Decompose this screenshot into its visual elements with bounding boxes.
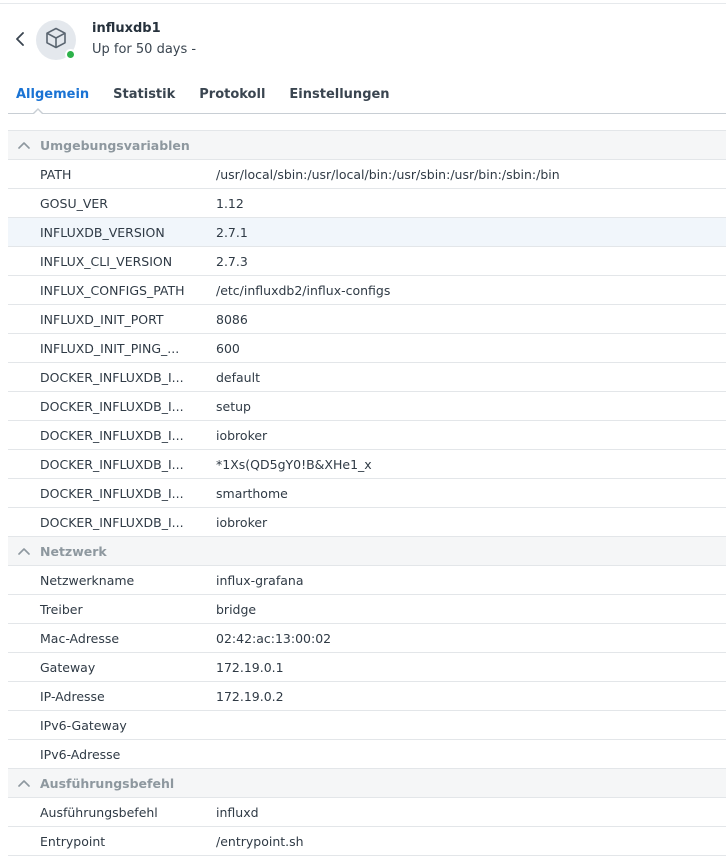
row-key: Treiber <box>40 601 83 617</box>
row-value: influxd <box>216 804 259 820</box>
row-value: iobroker <box>216 514 268 530</box>
row-value: 8086 <box>216 311 248 327</box>
row-key: IPv6-Gateway <box>40 717 127 733</box>
tab-einstellungen[interactable]: Einstellungen <box>289 85 389 113</box>
table-row: Treiber bridge <box>8 595 726 624</box>
chevron-up-icon <box>8 547 40 555</box>
row-key: GOSU_VER <box>40 195 108 211</box>
tab-bar: Allgemein Statistik Protokoll Einstellun… <box>16 85 414 113</box>
table-row: GOSU_VER 1.12 <box>8 189 726 218</box>
container-detail-page: influxdb1 Up for 50 days - Allgemein Sta… <box>0 0 726 865</box>
status-running-indicator <box>65 49 76 60</box>
active-tab-caret-fill <box>34 110 42 114</box>
table-row: DOCKER_INFLUXDB_I... *1Xs(QD5gY0!B&XHe1_x <box>8 450 726 479</box>
row-value: influx-grafana <box>216 572 304 588</box>
row-key: INFLUX_CONFIGS_PATH <box>40 282 185 298</box>
table-row: DOCKER_INFLUXDB_I... iobroker <box>8 421 726 450</box>
row-key: DOCKER_INFLUXDB_I... <box>40 398 184 414</box>
row-value: default <box>216 369 260 385</box>
tab-allgemein[interactable]: Allgemein <box>16 85 89 113</box>
table-row: Mac-Adresse 02:42:ac:13:00:02 <box>8 624 726 653</box>
details-panel: Umgebungsvariablen PATH/usr/local/sbin:/… <box>8 130 726 865</box>
row-value: 2.7.3 <box>216 253 248 269</box>
row-key: PATH <box>40 166 72 182</box>
row-key: DOCKER_INFLUXDB_I... <box>40 485 184 501</box>
row-key: DOCKER_INFLUXDB_I... <box>40 369 184 385</box>
row-value: /etc/influxdb2/influx-configs <box>216 282 391 298</box>
table-row: IPv6-Adresse <box>8 740 726 769</box>
row-key: Mac-Adresse <box>40 630 120 646</box>
row-value: 600 <box>216 340 240 356</box>
table-row: DOCKER_INFLUXDB_I... iobroker <box>8 508 726 537</box>
row-value: *1Xs(QD5gY0!B&XHe1_x <box>216 456 372 472</box>
tab-statistik[interactable]: Statistik <box>113 85 175 113</box>
table-row: DOCKER_INFLUXDB_I... smarthome <box>8 479 726 508</box>
table-row: Netzwerkname influx-grafana <box>8 566 726 595</box>
row-key: DOCKER_INFLUXDB_I... <box>40 427 184 443</box>
container-name: influxdb1 <box>92 21 161 36</box>
section-netzwerk-header[interactable]: Netzwerk <box>8 537 726 566</box>
tab-underline <box>8 113 726 114</box>
tab-protokoll[interactable]: Protokoll <box>199 85 265 113</box>
row-value: 172.19.0.2 <box>216 688 284 704</box>
chevron-left-icon <box>15 31 25 50</box>
table-row: INFLUXD_INIT_PING_... 600 <box>8 334 726 363</box>
header: influxdb1 Up for 50 days - <box>0 0 726 80</box>
table-row: IPv6-Gateway <box>8 711 726 740</box>
table-row: INFLUX_CLI_VERSION 2.7.3 <box>8 247 726 276</box>
table-row-hovered: INFLUXDB_VERSION 2.7.1 <box>8 218 726 247</box>
row-value: 1.12 <box>216 195 244 211</box>
row-key: INFLUXD_INIT_PING_... <box>40 340 180 356</box>
box-icon <box>44 26 68 54</box>
chevron-up-icon <box>8 779 40 787</box>
row-key: IPv6-Adresse <box>40 746 121 762</box>
row-key: Gateway <box>40 659 96 675</box>
row-value: 2.7.1 <box>216 224 248 240</box>
section-title: Netzwerk <box>40 543 107 559</box>
row-key: DOCKER_INFLUXDB_I... <box>40 514 184 530</box>
row-value: smarthome <box>216 485 288 501</box>
table-row: IP-Adresse 172.19.0.2 <box>8 682 726 711</box>
table-row: DOCKER_INFLUXDB_I... default <box>8 363 726 392</box>
table-row: INFLUXD_INIT_PORT 8086 <box>8 305 726 334</box>
container-uptime: Up for 50 days - <box>92 42 197 57</box>
row-key: IP-Adresse <box>40 688 105 704</box>
section-ausfuehrungsbefehl-header[interactable]: Ausführungsbefehl <box>8 769 726 798</box>
row-value: setup <box>216 398 251 414</box>
row-value: iobroker <box>216 427 268 443</box>
table-row: PATH/usr/local/sbin:/usr/local/bin:/usr/… <box>8 160 726 189</box>
row-key: Entrypoint <box>40 833 106 849</box>
table-row: Ausführungsbefehl influxd <box>8 798 726 827</box>
table-row: INFLUX_CONFIGS_PATH/etc/influxdb2/influx… <box>8 276 726 305</box>
row-value: 02:42:ac:13:00:02 <box>216 630 332 646</box>
row-key: Netzwerkname <box>40 572 135 588</box>
row-key: INFLUXDB_VERSION <box>40 224 165 240</box>
row-key: DOCKER_INFLUXDB_I... <box>40 456 184 472</box>
row-key: INFLUXD_INIT_PORT <box>40 311 164 327</box>
table-row: Entrypoint/entrypoint.sh <box>8 827 726 856</box>
table-row: Gateway 172.19.0.1 <box>8 653 726 682</box>
row-key: Ausführungsbefehl <box>40 804 158 820</box>
back-button[interactable] <box>10 29 30 51</box>
row-value: /usr/local/sbin:/usr/local/bin:/usr/sbin… <box>216 166 560 182</box>
section-umgebungsvariablen-header[interactable]: Umgebungsvariablen <box>8 131 726 160</box>
row-value: bridge <box>216 601 257 617</box>
row-key: INFLUX_CLI_VERSION <box>40 253 173 269</box>
table-row: DOCKER_INFLUXDB_I... setup <box>8 392 726 421</box>
section-title: Ausführungsbefehl <box>40 775 175 791</box>
section-title: Umgebungsvariablen <box>40 137 190 153</box>
row-value: /entrypoint.sh <box>216 833 304 849</box>
chevron-up-icon <box>8 141 40 149</box>
row-value: 172.19.0.1 <box>216 659 284 675</box>
